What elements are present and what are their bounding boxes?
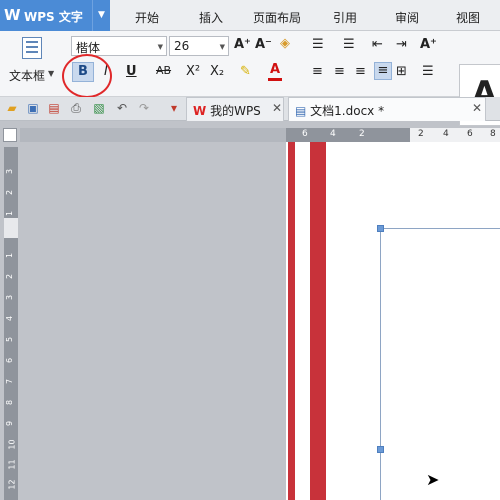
font-size-value: 26 <box>174 39 190 53</box>
ruler-number: 1 <box>5 252 15 259</box>
ruler-number: 6 <box>467 129 473 139</box>
shrink-font-button[interactable]: A⁻ <box>255 37 272 52</box>
ruler-number: 6 <box>302 129 308 139</box>
chevron-down-icon[interactable]: ▼ <box>48 69 54 78</box>
app-name: WPS 文字 <box>24 10 83 24</box>
document-icon: ▤ <box>295 104 307 118</box>
horizontal-ruler[interactable]: 6 4 2 2 4 6 8 <box>20 128 500 142</box>
ruler-number: 2 <box>359 129 365 139</box>
font-color-button[interactable]: A <box>268 62 282 81</box>
wps-logo-icon: W <box>4 6 21 24</box>
superscript-button[interactable]: X² <box>186 64 200 79</box>
print-icon[interactable]: ⎙ <box>69 101 83 115</box>
text-direction-icon[interactable]: A⁺ <box>420 37 437 52</box>
ruler-number: 12 <box>7 479 17 490</box>
font-family-value: 楷体 <box>76 41 101 55</box>
menu-home[interactable]: 开始 <box>135 9 159 26</box>
chevron-down-icon: ▼ <box>157 43 163 51</box>
textbox-icon[interactable] <box>22 37 42 59</box>
chevron-down-icon[interactable]: ▼ <box>92 0 110 31</box>
save-icon[interactable]: ▣ <box>26 101 40 115</box>
ruler-number: 2 <box>418 129 424 139</box>
ruler-number: 3 <box>5 168 15 175</box>
close-icon[interactable]: ✕ <box>272 101 282 115</box>
ruler-number: 5 <box>5 336 15 343</box>
ruler-number: 10 <box>7 439 17 450</box>
tab-label: 我的WPS <box>210 104 261 118</box>
ruler-number: 6 <box>5 357 15 364</box>
subscript-button[interactable]: X₂ <box>210 64 224 79</box>
bullet-list-icon[interactable]: ☰ <box>312 37 324 52</box>
open-folder-icon[interactable]: ▰ <box>5 101 19 115</box>
ruler-number: 2 <box>5 273 15 280</box>
ruler-number: 4 <box>443 129 449 139</box>
text-box-frame[interactable] <box>380 228 500 500</box>
menu-page-layout[interactable]: 页面布局 <box>253 9 301 26</box>
highlight-icon[interactable]: ✎ <box>240 64 251 79</box>
tab-document[interactable]: ▤ 文档1.docx * <box>288 97 486 121</box>
decrease-indent-icon[interactable]: ⇤ <box>372 37 383 52</box>
clear-format-icon[interactable]: ◈ <box>280 36 290 51</box>
ruler-number: 2 <box>5 189 15 196</box>
tab-my-wps[interactable]: W 我的WPS <box>186 97 284 121</box>
ruler-number: 4 <box>5 315 15 322</box>
close-icon[interactable]: ✕ <box>472 101 482 115</box>
textbox-button-label[interactable]: 文本框 <box>9 67 45 84</box>
tab-bar: ▰ ▣ ▤ ⎙ ▧ ↶ ↷ ▾ W 我的WPS ✕ ▤ 文档1.docx * ✕ <box>0 97 500 121</box>
grow-font-button[interactable]: A⁺ <box>234 37 251 52</box>
redo-icon[interactable]: ↷ <box>137 101 151 115</box>
ruler-number: 7 <box>5 378 15 385</box>
page-border-stripe <box>310 142 326 500</box>
page-border-stripe <box>288 142 295 500</box>
ruler-text-area <box>4 218 18 238</box>
export-pdf-icon[interactable]: ▤ <box>47 101 61 115</box>
ruler-number: 1 <box>5 210 15 217</box>
ruler-number: 9 <box>5 420 15 427</box>
resize-handle[interactable] <box>377 446 384 453</box>
menu-insert[interactable]: 插入 <box>199 9 223 26</box>
app-menu-button[interactable]: W WPS 文字 ▼ <box>0 0 110 31</box>
annotation-circle <box>62 54 112 98</box>
ruler-number: 4 <box>330 129 336 139</box>
menu-references[interactable]: 引用 <box>333 9 357 26</box>
align-center-icon[interactable]: ≡ <box>334 64 345 79</box>
tab-label: 文档1.docx * <box>310 104 385 118</box>
ruler-corner[interactable] <box>3 128 17 142</box>
mouse-cursor-icon: ➤ <box>426 470 440 489</box>
ruler-number: 8 <box>5 399 15 406</box>
resize-handle[interactable] <box>377 225 384 232</box>
strikethrough-button[interactable]: AB <box>156 64 171 77</box>
ruler-number: 11 <box>7 459 17 470</box>
menu-view[interactable]: 视图 <box>456 9 480 26</box>
align-right-icon[interactable]: ≡ <box>355 64 366 79</box>
chevron-down-icon: ▼ <box>219 43 225 51</box>
align-left-icon[interactable]: ≡ <box>312 64 323 79</box>
font-size-select[interactable]: 26 ▼ <box>169 36 229 56</box>
vertical-ruler[interactable]: 3 2 1 1 2 3 4 5 6 7 8 9 10 11 12 <box>4 147 18 500</box>
increase-indent-icon[interactable]: ⇥ <box>396 37 407 52</box>
menu-bar: W WPS 文字 ▼ 开始 插入 页面布局 引用 审阅 视图 <box>0 0 500 31</box>
print-preview-icon[interactable]: ▧ <box>92 101 106 115</box>
ruler-number: 8 <box>490 129 496 139</box>
underline-button[interactable]: U <box>126 64 137 79</box>
undo-icon[interactable]: ↶ <box>115 101 129 115</box>
customize-toolbar-icon[interactable]: ▾ <box>167 101 181 115</box>
line-spacing-icon[interactable]: ☰ <box>422 64 434 79</box>
justify-icon[interactable]: ≡ <box>374 62 392 80</box>
font-family-select[interactable]: 楷体 ▼ <box>71 36 167 56</box>
wps-icon: W <box>193 104 207 118</box>
ruler-number: 3 <box>5 294 15 301</box>
distributed-align-icon[interactable]: ⊞ <box>396 64 407 79</box>
menu-review[interactable]: 审阅 <box>395 9 419 26</box>
numbered-list-icon[interactable]: ☰ <box>343 37 355 52</box>
